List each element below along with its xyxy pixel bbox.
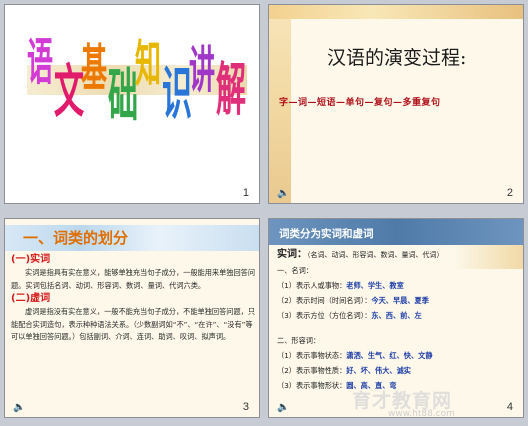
title-char: 解 [216, 57, 246, 125]
slide-thumbnail-3[interactable]: 一、词类的划分 (一)实词 实词是指具有实在意义，能够单独充当句子成分，一般能用… [4, 218, 260, 418]
section-title-shici: (一)实词 [11, 254, 51, 265]
slide-number: 3 [242, 401, 249, 413]
list-item: （1）表示人或事物：老师、学生、教室 [277, 278, 521, 293]
list-item: （3）表示方位（方位名词）：东、西、前、左 [277, 308, 521, 323]
slide-number: 1 [242, 187, 249, 199]
row-label: （1）表示事物状态： [277, 351, 347, 360]
decor-strip-top [269, 5, 523, 19]
evolution-sequence: 字—词—短语—单句—复句—多重复句 [279, 98, 441, 108]
list-item: （1）表示事物状态：潇洒、生气、红、快、文静 [277, 348, 521, 363]
title-char: 识 [162, 61, 192, 129]
vertical-title: 语文基础知识讲解 [5, 33, 259, 173]
row-examples: 好、坏、伟大、诚实 [346, 366, 411, 375]
xuci-paragraph: 虚词是指没有实在意义，一般不能充当句子成分，不能单独回答问题，只能配合实词造句，… [11, 307, 256, 341]
shici-heading: 实词：（名词、动词、形容词、数词、量词、代词） [277, 247, 521, 263]
row-label: （3）表示方位（方位名词）： [277, 311, 372, 320]
list-item: （2）表示时间（时间名词）：今天、早晨、夏季 [277, 293, 521, 308]
xingrongci-title: 二、形容词： [277, 336, 321, 345]
shici-label: 实词： [277, 249, 307, 260]
slide-title: 汉语的演变过程: [327, 47, 467, 69]
row-label: （1）表示人或事物： [277, 281, 347, 290]
row-examples: 东、西、前、左 [371, 311, 422, 320]
slide-number: 2 [506, 187, 513, 199]
title-char: 文 [54, 59, 84, 127]
slide-thumbnail-1[interactable]: 语文基础知识讲解 1 [4, 4, 260, 204]
list-item: （2）表示事物性质：好、坏、伟大、诚实 [277, 363, 521, 378]
slide-title: 一、词类的划分 [23, 229, 129, 247]
slide-body: (一)实词 实词是指具有实在意义，能够单独充当句子成分，一般能用来单独回答问题。… [11, 253, 255, 344]
speaker-icon: 🔈 [277, 402, 290, 413]
row-examples: 老师、学生、教室 [346, 281, 404, 290]
row-label: （3）表示事物形状： [277, 381, 347, 390]
slide-title: 词类分为实词和虚词 [279, 228, 374, 240]
title-char: 讲 [189, 43, 216, 101]
row-label: （2）表示时间（时间名词）： [277, 296, 372, 305]
slide-thumbnail-2[interactable]: 汉语的演变过程: 字—词—短语—单句—复句—多重复句 🔈 2 [268, 4, 524, 204]
mingci-title: 一、名词： [277, 266, 313, 275]
section-text-xuci: 虚词是指没有实在意义，一般不能充当句子成分，不能单独回答问题，只能配合实词造句，… [11, 306, 255, 344]
shici-list: （名词、动词、形容词、数词、量词、代词） [307, 251, 444, 259]
decor-strip-left [269, 19, 291, 203]
title-char: 知 [135, 37, 162, 95]
site-watermark-url: www.ht88.com [388, 409, 455, 419]
section-text-shici: 实词是指具有实在意义，能够单独充当句子成分，一般能用来单独回答问题。实词包括名词… [11, 267, 255, 292]
row-examples: 今天、早晨、夏季 [371, 296, 429, 305]
row-label: （2）表示事物性质： [277, 366, 347, 375]
title-char: 础 [108, 63, 138, 131]
section-title-xuci: (二)虚词 [11, 293, 51, 304]
title-char: 基 [81, 41, 108, 99]
slide-body: 实词：（名词、动词、形容词、数词、量词、代词） 一、名词： （1）表示人或事物：… [277, 247, 521, 393]
speaker-icon: 🔈 [13, 402, 26, 413]
slide-number: 4 [506, 401, 513, 413]
speaker-icon: 🔈 [277, 188, 290, 199]
title-char: 语 [27, 35, 54, 93]
row-examples: 潇洒、生气、红、快、文静 [346, 351, 433, 360]
shici-paragraph: 实词是指具有实在意义，能够单独充当句子成分，一般能用来单独回答问题。实词包括名词… [11, 268, 256, 290]
